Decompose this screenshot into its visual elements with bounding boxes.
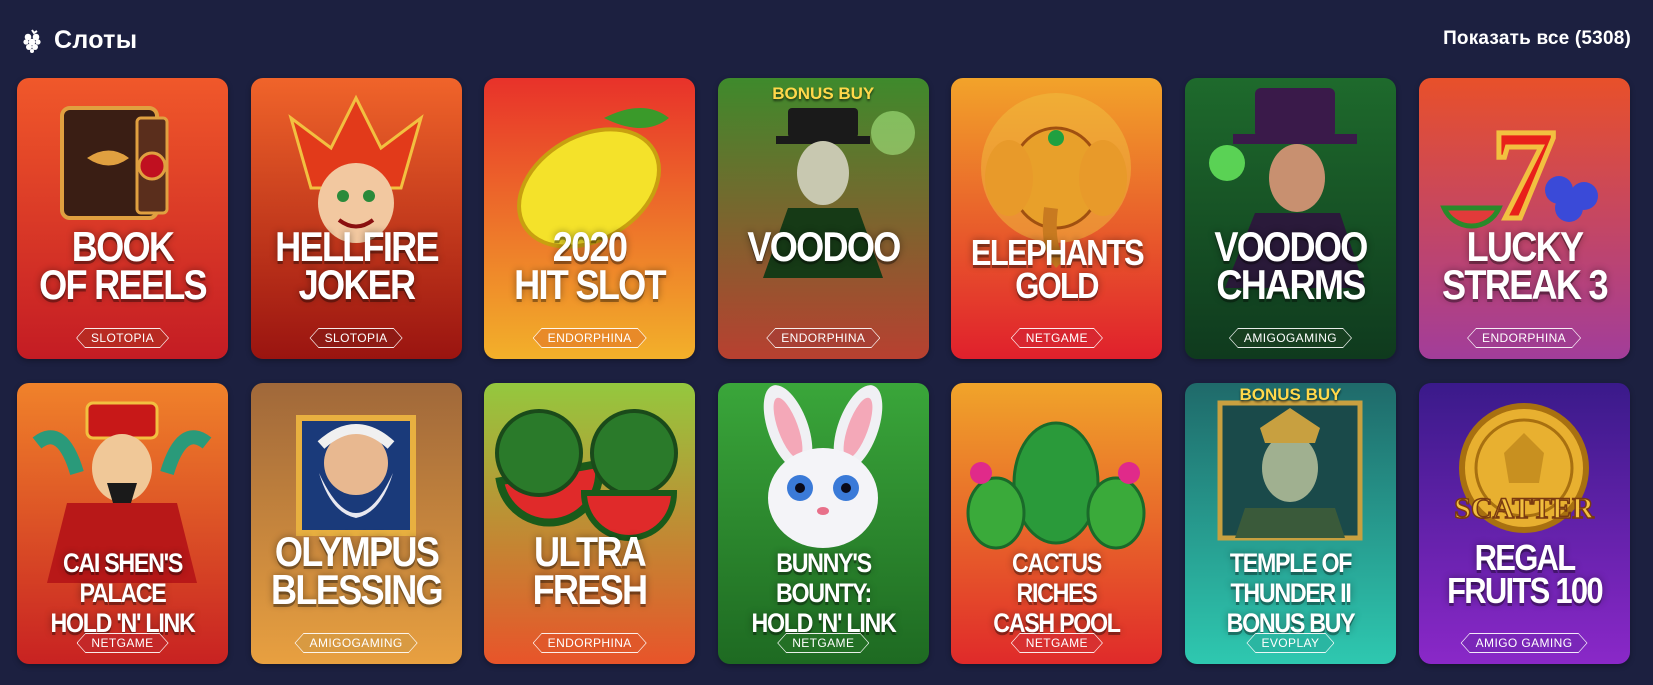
game-card[interactable]: ULTRA FRESH ENDORPHINA [484,383,696,664]
game-card[interactable]: BUNNY'S BOUNTY: HOLD 'N' LINK NETGAME [717,383,929,664]
provider-badge: NETGAME [1011,633,1103,653]
game-card[interactable]: SCATTER REGAL FRUITS 100 AMIGO GAMING [1418,383,1630,664]
provider-badge: ENDORPHINA [1467,328,1581,348]
section-header: Слоты Показать все (5308) [0,0,1653,78]
watermelon-icon [495,409,679,541]
zeus-icon [295,415,416,536]
provider-name: EVOPLAY [1248,634,1334,652]
provider-badge: NETGAME [76,633,168,653]
game-title: ELEPHANTS GOLD [971,232,1145,306]
game-title: CAI SHEN'S PALACE HOLD 'N' LINK [50,548,196,638]
game-title: CACTUS RICHES CASH POOL [993,548,1122,638]
game-card[interactable]: BONUS BUY TEMPLE OF THUNDER II BONUS BUY E… [1184,383,1396,664]
provider-name: ENDORPHINA [534,634,646,652]
scatter-coin-icon: SCATTER [1453,403,1594,533]
jester-icon [287,94,424,243]
provider-name: SLOTOPIA [311,329,402,347]
provider-badge: EVOPLAY [1247,633,1335,653]
provider-name: ENDORPHINA [1468,329,1580,347]
game-title: HELLFIRE JOKER [274,223,440,308]
game-card[interactable]: OLYMPUS BLESSING AMIGOGAMING [250,383,462,664]
bonus-buy-tag: BONUS BUY [772,84,875,103]
provider-badge: ENDORPHINA [533,633,647,653]
game-title: 2020 HIT SLOT [514,223,667,308]
provider-badge: NETGAME [777,633,869,653]
provider-name: NETGAME [77,634,167,652]
provider-badge: SLOTOPIA [76,328,169,348]
game-card[interactable]: BOOK OF REELS SLOTOPIA [17,78,228,359]
provider-badge: AMIGOGAMING [295,633,418,653]
game-title: REGAL FRUITS 100 [1446,537,1604,611]
section-title-wrap: Слоты [22,26,137,55]
game-title: ULTRA FRESH [532,528,649,613]
game-card[interactable]: CACTUS RICHES CASH POOL NETGAME [951,383,1163,664]
game-title: LUCKY STREAK 3 [1441,223,1609,308]
section-title: Слоты [54,26,138,54]
provider-name: NETGAME [1012,634,1102,652]
seven-fruit-icon: 7 [1439,101,1598,250]
provider-badge: SLOTOPIA [310,328,403,348]
game-title: VOODOO CHARMS [1214,223,1368,308]
provider-name: AMIGO GAMING [1462,634,1587,652]
game-title: BOOK OF REELS [39,223,208,308]
provider-name: ENDORPHINA [534,329,646,347]
provider-name: AMIGOGAMING [1230,329,1351,347]
game-card[interactable]: VOODOO CHARMS AMIGOGAMING [1184,78,1396,359]
grapes-icon [23,28,41,53]
game-title: BUNNY'S BOUNTY: HOLD 'N' LINK [751,548,896,638]
elephant-icon [981,93,1132,268]
game-card[interactable]: BONUS BUY VOODOO ENDORPHINA [717,78,929,359]
game-card[interactable]: 7 LUCKY STREAK 3 ENDORPHINA [1418,78,1630,359]
game-card[interactable]: HELLFIRE JOKER SLOTOPIA [250,78,462,359]
provider-name: NETGAME [778,634,868,652]
game-title: TEMPLE OF THUNDER II BONUS BUY [1226,548,1356,638]
provider-badge: NETGAME [1011,328,1103,348]
lemon-icon [517,108,670,249]
provider-badge: ENDORPHINA [533,328,647,348]
game-title: VOODOO [747,223,901,270]
game-card[interactable]: 2020 HIT SLOT ENDORPHINA [484,78,696,359]
bonus-buy-tag: BONUS BUY [1239,385,1342,404]
voodoo-man-icon [762,108,915,278]
game-card[interactable]: CAI SHEN'S PALACE HOLD 'N' LINK NETGAME [17,383,228,664]
games-grid: BOOK OF REELS SLOTOPIA HELLFIRE JOKER SLOT… [17,78,1630,664]
witch-doctor-icon [1208,88,1365,288]
provider-badge: AMIGOGAMING [1229,328,1352,348]
provider-badge: ENDORPHINA [766,328,880,348]
provider-badge: AMIGO GAMING [1461,633,1588,653]
provider-name: AMIGOGAMING [296,634,417,652]
provider-name: ENDORPHINA [767,329,879,347]
book-icon [60,106,169,220]
game-card[interactable]: ELEPHANTS GOLD NETGAME [951,78,1163,359]
svg-text:SCATTER: SCATTER [1454,492,1594,525]
game-title: OLYMPUS BLESSING [270,528,444,613]
show-all-link[interactable]: Показать все (5308) [1443,28,1631,50]
provider-name: SLOTOPIA [77,329,168,347]
provider-name: NETGAME [1012,329,1102,347]
